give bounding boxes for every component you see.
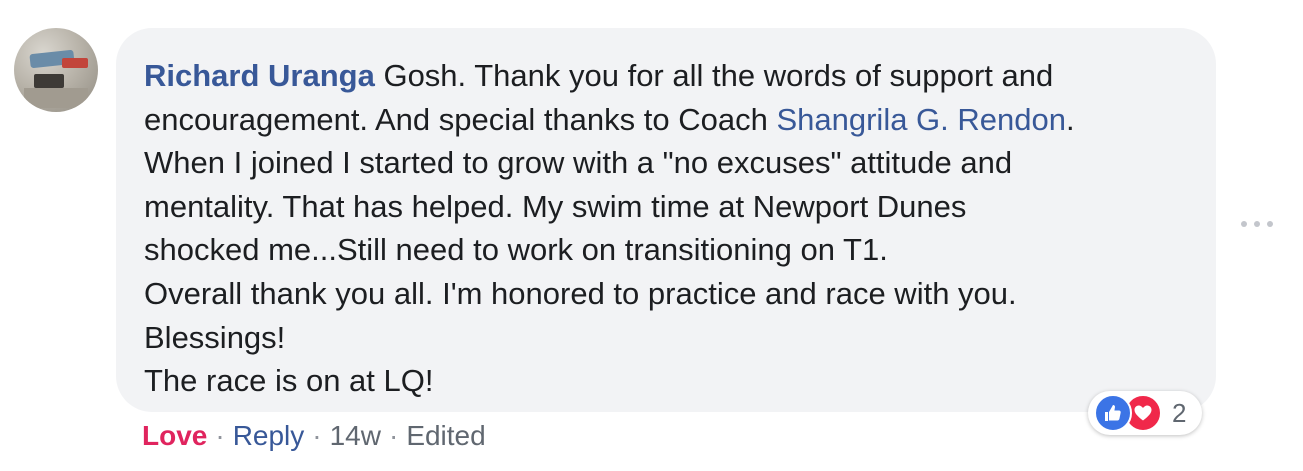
mention-link[interactable]: Shangrila G. Rendon: [776, 102, 1066, 137]
ellipsis-dot: [1254, 221, 1260, 227]
edited-label[interactable]: Edited: [406, 420, 485, 451]
reactions-summary[interactable]: 2: [1088, 391, 1203, 435]
ellipsis-icon[interactable]: [1241, 218, 1273, 230]
ellipsis-dot: [1267, 221, 1273, 227]
avatar-photo-detail: [62, 58, 88, 68]
comment-bubble: Richard Uranga Gosh. Thank you for all t…: [116, 28, 1216, 412]
comment-body: Richard Uranga Gosh. Thank you for all t…: [144, 54, 1190, 403]
separator: ·: [215, 420, 225, 451]
reply-button[interactable]: Reply: [233, 420, 305, 451]
comment-author-link[interactable]: Richard Uranga: [144, 58, 375, 93]
reaction-count: 2: [1172, 397, 1187, 428]
avatar[interactable]: [14, 28, 98, 112]
avatar-photo-detail: [34, 74, 64, 88]
like-icon: [1094, 394, 1132, 432]
avatar-photo-detail: [24, 88, 88, 108]
timestamp-link[interactable]: 14w: [330, 420, 381, 451]
comment-actions: Love · Reply · 14w · Edited: [142, 418, 486, 454]
comment-text-part: . When I joined I started to grow with a…: [144, 101, 1075, 399]
ellipsis-dot: [1241, 221, 1247, 227]
separator: ·: [312, 420, 322, 451]
love-reaction-button[interactable]: Love: [142, 420, 207, 451]
separator: ·: [388, 420, 399, 451]
